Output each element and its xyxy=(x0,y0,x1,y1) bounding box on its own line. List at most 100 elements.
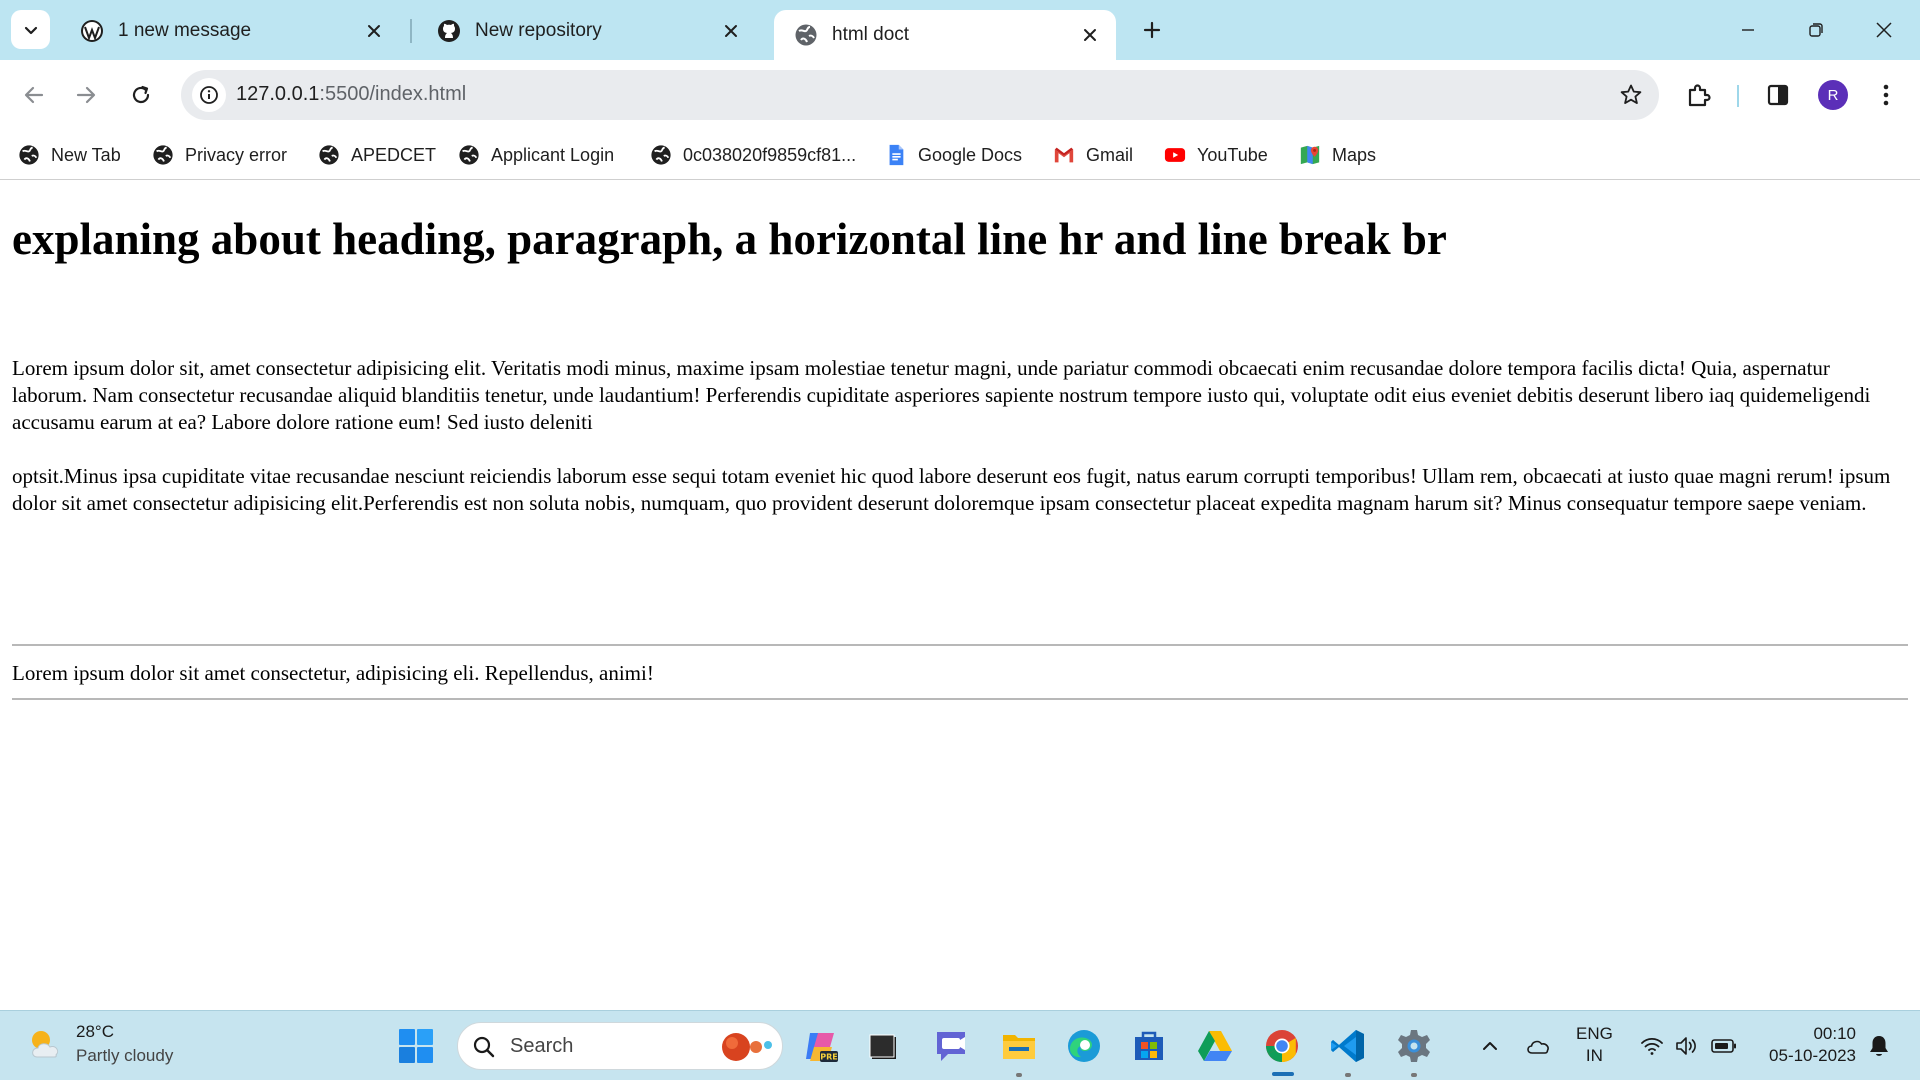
new-tab-button[interactable] xyxy=(1136,14,1168,46)
windows-start-icon[interactable] xyxy=(398,1028,434,1064)
arrow-left-icon xyxy=(24,86,44,104)
restore-button[interactable] xyxy=(1796,10,1836,50)
app-running-indicator xyxy=(1411,1073,1417,1077)
show-hidden-icons-button[interactable] xyxy=(1477,1033,1503,1059)
taskbar-teams-app[interactable] xyxy=(930,1025,972,1067)
puzzle-piece-icon xyxy=(1688,84,1711,107)
back-button[interactable] xyxy=(14,75,54,115)
taskbar-vscode-app[interactable] xyxy=(1327,1025,1369,1067)
bookmark-privacy-error[interactable]: Privacy error xyxy=(152,141,287,169)
taskbar-google-drive-app[interactable] xyxy=(1194,1025,1236,1067)
close-window-button[interactable] xyxy=(1864,10,1904,50)
horizontal-rule xyxy=(12,698,1908,700)
taskbar-settings-app[interactable] xyxy=(1393,1025,1435,1067)
side-panel-icon xyxy=(1767,84,1789,106)
profile-avatar[interactable]: R xyxy=(1818,80,1848,110)
gmail-icon xyxy=(1054,147,1074,163)
arrow-right-icon xyxy=(76,86,96,104)
cloud-icon xyxy=(1527,1040,1549,1054)
bookmark-hash-link[interactable]: 0c038020f9859cf81... xyxy=(650,141,856,169)
search-icon xyxy=(473,1036,495,1058)
taskbar-store-app[interactable] xyxy=(1128,1025,1170,1067)
bookmark-star-button[interactable] xyxy=(1617,81,1645,109)
bookmark-label: 0c038020f9859cf81... xyxy=(683,144,857,165)
bookmark-label: YouTube xyxy=(1197,144,1268,165)
bookmark-gmail[interactable]: Gmail xyxy=(1053,141,1133,169)
forward-button[interactable] xyxy=(66,75,106,115)
search-placeholder: Search xyxy=(510,1035,574,1057)
kebab-menu-icon xyxy=(1883,84,1889,106)
input-language-indicator[interactable]: ENG IN xyxy=(1576,1023,1613,1067)
tab-close-button[interactable] xyxy=(362,19,386,43)
weather-description[interactable]: Partly cloudy xyxy=(76,1046,173,1066)
github-icon xyxy=(438,20,460,42)
page-heading: explaning about heading, paragraph, a ho… xyxy=(12,214,1447,264)
battery-tray-button[interactable] xyxy=(1711,1033,1737,1059)
minimize-button[interactable] xyxy=(1728,10,1768,50)
address-bar[interactable]: 127.0.0.1:5500/index.html xyxy=(181,70,1659,120)
close-icon xyxy=(725,25,737,37)
weather-temperature[interactable]: 28°C xyxy=(76,1022,114,1042)
site-info-button[interactable] xyxy=(192,78,226,112)
url-host: 127.0.0.1 xyxy=(236,83,320,105)
taskbar-file-explorer-app[interactable] xyxy=(998,1025,1040,1067)
wifi-tray-button[interactable] xyxy=(1639,1033,1665,1059)
web-page-content: explaning about heading, paragraph, a ho… xyxy=(0,181,1920,1010)
notifications-button[interactable] xyxy=(1866,1033,1892,1059)
bookmark-maps[interactable]: Maps xyxy=(1299,141,1376,169)
bookmark-new-tab[interactable]: New Tab xyxy=(18,141,121,169)
tab-3-html-doct[interactable]: html doct xyxy=(774,10,1116,60)
taskbar-chrome-app[interactable] xyxy=(1261,1025,1303,1067)
toolbar-divider xyxy=(1737,85,1739,107)
bookmark-apedcet[interactable]: APEDCET xyxy=(318,141,436,169)
restore-icon xyxy=(1809,23,1823,37)
tab-close-button[interactable] xyxy=(719,19,743,43)
minimize-icon xyxy=(1742,29,1754,31)
google-docs-icon xyxy=(889,144,904,166)
tab-separator xyxy=(410,19,412,43)
volume-tray-button[interactable] xyxy=(1674,1033,1700,1059)
system-clock[interactable]: 00:10 05-10-2023 xyxy=(1754,1023,1856,1067)
close-icon xyxy=(1876,22,1892,38)
url-text[interactable]: 127.0.0.1:5500/index.html xyxy=(236,83,466,106)
taskbar-copilot-app[interactable]: PRE xyxy=(800,1025,842,1067)
onedrive-tray-button[interactable] xyxy=(1525,1033,1551,1059)
tab-search-button[interactable] xyxy=(11,10,50,49)
side-panel-button[interactable] xyxy=(1760,77,1796,113)
terminal-window-icon xyxy=(869,1034,896,1059)
clock-date: 05-10-2023 xyxy=(1769,1046,1856,1065)
partly-cloudy-icon[interactable] xyxy=(26,1025,66,1065)
avatar-initial: R xyxy=(1827,86,1839,104)
chrome-browser-icon xyxy=(1266,1030,1298,1062)
bookmark-label: Applicant Login xyxy=(491,144,615,165)
chrome-active-indicator xyxy=(1272,1072,1294,1076)
speaker-icon xyxy=(1676,1037,1696,1055)
app-running-indicator xyxy=(1016,1073,1022,1077)
chrome-menu-button[interactable] xyxy=(1868,77,1904,113)
bookmark-label: New Tab xyxy=(51,144,121,165)
taskbar-edge-app[interactable] xyxy=(1063,1025,1105,1067)
tab-close-button[interactable] xyxy=(1078,23,1102,47)
taskbar-terminal-app[interactable] xyxy=(862,1025,904,1067)
tab-title: html doct xyxy=(832,24,910,45)
bookmark-label: Maps xyxy=(1332,144,1377,165)
extensions-button[interactable] xyxy=(1681,77,1717,113)
bookmark-google-docs[interactable]: Google Docs xyxy=(885,141,1022,169)
wifi-icon xyxy=(1641,1037,1663,1055)
copilot-icon: PRE xyxy=(806,1033,838,1062)
google-drive-icon xyxy=(1198,1031,1232,1061)
tab-1-new-message[interactable]: 1 new message xyxy=(60,10,400,52)
close-icon xyxy=(368,25,380,37)
taskbar-search-box[interactable]: Search xyxy=(457,1022,783,1070)
bookmarks-bar: New Tab Privacy error APEDCET Applicant … xyxy=(0,130,1920,180)
bookmark-label: Privacy error xyxy=(185,144,288,165)
paragraph-2: optsit.Minus ipsa cupiditate vitae recus… xyxy=(12,464,1891,515)
globe-icon xyxy=(153,145,173,165)
tab-2-new-repository[interactable]: New repository xyxy=(417,10,757,52)
bookmark-applicant-login[interactable]: Applicant Login xyxy=(458,141,614,169)
globe-icon xyxy=(795,24,817,46)
chevron-down-icon xyxy=(24,26,37,34)
bookmark-youtube[interactable]: YouTube xyxy=(1164,141,1268,169)
search-highlight-icon xyxy=(722,1033,772,1061)
reload-button[interactable] xyxy=(121,75,161,115)
